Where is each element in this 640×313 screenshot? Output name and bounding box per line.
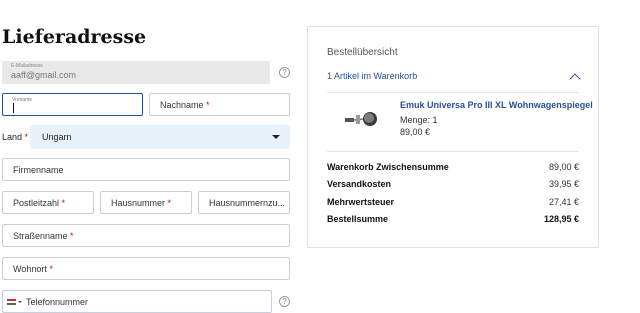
summary-row-label: Bestellsumme (327, 214, 389, 224)
postleitzahl-field[interactable]: Postleitzahl * (2, 191, 94, 214)
product-name-link[interactable]: Emuk Universa Pro III XL Wohnwagenspiege… (400, 100, 593, 110)
hausnummer-field-label: Hausnummer * (111, 197, 172, 208)
summary-title: Bestellübersicht (327, 47, 398, 58)
required-mark: * (24, 132, 29, 142)
postleitzahl-field-label: Postleitzahl * (13, 197, 66, 208)
firmenname-field[interactable]: Firmenname (2, 158, 290, 181)
order-summary: Bestellübersicht 1 Artikel im Warenkorb … (307, 26, 599, 248)
email-help-icon[interactable]: ? (279, 67, 290, 78)
summary-row-label: Versandkosten (327, 179, 392, 189)
wohnort-field-label: Wohnort * (13, 263, 53, 274)
chevron-down-icon (272, 135, 280, 139)
chevron-up-icon[interactable] (569, 73, 581, 85)
required-mark: * (49, 263, 53, 274)
flag-hungary-icon[interactable] (7, 299, 16, 305)
firmenname-field-label: Firmenname (13, 164, 64, 175)
hausnummer-field[interactable]: Hausnummer * (100, 191, 192, 214)
divider (327, 92, 579, 93)
text-caret (13, 103, 14, 113)
email-field-label: E-Mailadresse (11, 63, 43, 69)
vorname-field[interactable]: Vorname (2, 93, 143, 116)
summary-row-amount: 128,95 € (543, 214, 579, 224)
summary-row-amount: 39,95 € (548, 179, 579, 189)
chevron-down-icon (18, 301, 22, 303)
required-mark: * (167, 197, 172, 208)
cart-toggle[interactable]: 1 Artikel im Warenkorb (327, 71, 417, 81)
divider (327, 151, 579, 152)
strassenname-field-label: Straßenname * (13, 230, 74, 241)
summary-row-label: Warenkorb Zwischensumme (327, 162, 449, 172)
telefon-field[interactable]: Telefonnummer (2, 290, 272, 313)
strassenname-field[interactable]: Straßenname * (2, 224, 290, 247)
summary-row-amount: 89,00 € (548, 162, 579, 172)
product-quantity: Menge: 1 (400, 115, 438, 125)
required-mark: * (206, 99, 210, 110)
hausnummernzusatz-field-label: Hausnummernzu... (209, 197, 286, 208)
hausnummernzusatz-field[interactable]: Hausnummernzu... (198, 191, 290, 214)
wohnort-field[interactable]: Wohnort * (2, 257, 290, 280)
nachname-field-label: Nachname * (160, 99, 210, 110)
product-image (345, 112, 377, 126)
email-field-value: aaff@gmail.com (11, 70, 76, 80)
vorname-field-label: Vorname (12, 97, 33, 103)
summary-row-label: Mehrwertsteuer (327, 197, 395, 207)
page-title: Lieferadresse (2, 26, 147, 48)
required-mark: * (70, 230, 74, 241)
nachname-field[interactable]: Nachname * (149, 93, 290, 116)
telefon-help-icon[interactable]: ? (279, 296, 290, 307)
summary-row-amount: 27,41 € (548, 197, 579, 207)
land-select[interactable]: Ungarn (30, 125, 290, 149)
land-select-value: Ungarn (42, 132, 72, 142)
land-label: Land * (2, 132, 29, 142)
telefon-field-label: Telefonnummer (26, 296, 89, 307)
required-mark: * (61, 197, 66, 208)
product-price: 89,00 € (400, 127, 431, 137)
email-field[interactable]: E-Mailadresse aaff@gmail.com (2, 61, 270, 84)
